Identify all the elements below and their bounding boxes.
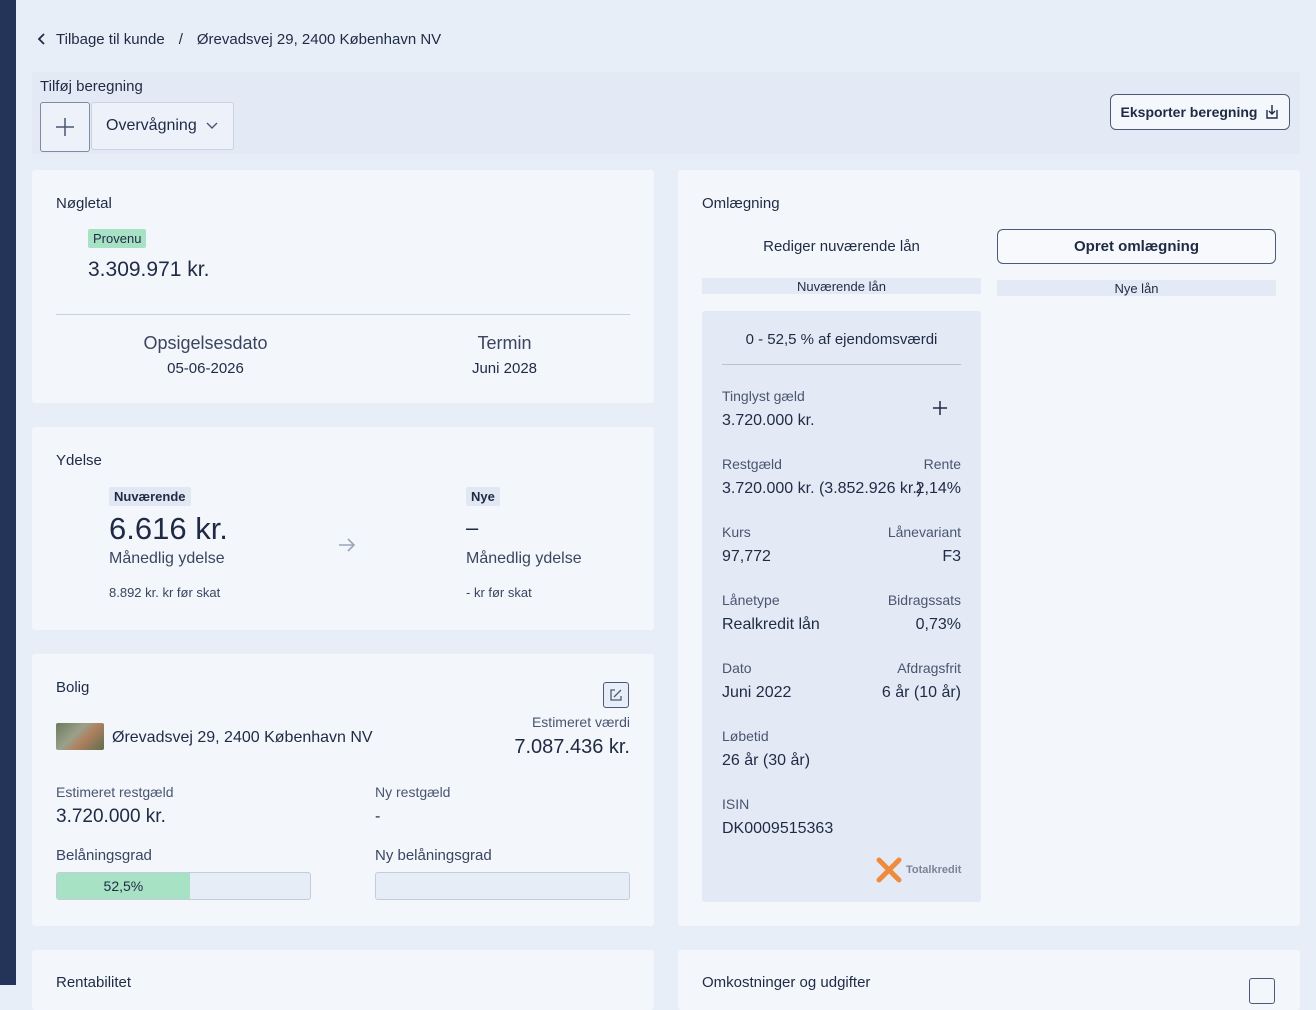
ltv-value: 52,5% <box>103 878 144 894</box>
termination-date-label: Opsigelsesdato <box>143 333 268 353</box>
export-label: Eksporter beregning <box>1120 104 1258 120</box>
property-card: Bolig Ørevadsvej 29, 2400 København NV E… <box>32 654 654 926</box>
termination-date-value: 05-06-2026 <box>167 360 244 377</box>
current-payment-sub: Månedlig ydelse <box>109 550 225 567</box>
current-loan-panel: 0 - 52,5 % af ejendomsværdi Tinglyst gæl… <box>702 311 981 902</box>
rente-value: 2,14% <box>915 480 961 497</box>
current-badge: Nuværende <box>109 487 191 506</box>
edit-property-button[interactable] <box>603 682 629 708</box>
ltv-bar: 52,5% <box>56 872 311 900</box>
edit-icon <box>610 689 622 701</box>
edit-costs-button[interactable] <box>1249 978 1275 1004</box>
key-figures-card: Nøgletal Provenu 3.309.971 kr. Opsigelse… <box>32 170 654 403</box>
proceeds-badge: Provenu <box>88 229 147 248</box>
add-calculation-label: Tilføj beregning <box>40 78 143 95</box>
loan-type-value: Realkredit lån <box>722 616 820 633</box>
payment-title: Ydelse <box>56 452 102 469</box>
term-length-label: Løbetid <box>722 728 769 744</box>
property-thumbnail <box>56 723 104 750</box>
chevron-left-icon <box>37 33 45 45</box>
bidrag-label: Bidragssats <box>887 592 961 608</box>
edit-current-loan-button[interactable]: Rediger nuværende lån <box>702 229 981 263</box>
term-length-value: 26 år (30 år) <box>722 752 811 769</box>
breadcrumb-current: Ørevadsvej 29, 2400 København NV <box>196 30 442 48</box>
back-link[interactable]: Tilbage til kunde <box>36 31 165 48</box>
property-title: Bolig <box>56 679 90 696</box>
profitability-card: Rentabilitet <box>32 950 654 1010</box>
refinancing-title: Omlægning <box>702 195 780 212</box>
new-ltv-bar <box>375 872 630 900</box>
current-loans-tab[interactable]: Nuværende lån <box>702 278 981 294</box>
export-calculation-button[interactable]: Eksporter beregning <box>1110 94 1290 130</box>
variant-label: Lånevariant <box>887 524 961 540</box>
costs-title: Omkostninger og udgifter <box>702 974 871 991</box>
new-loans-tab[interactable]: Nye lån <box>997 280 1276 296</box>
tinglyst-value: 3.720.000 kr. <box>722 412 815 429</box>
current-payment-value: 6.616 kr. <box>109 511 228 546</box>
lender-name: Totalkredit <box>906 864 962 876</box>
current-payment-pretax: 8.892 kr. kr før skat <box>109 585 221 600</box>
kurs-value: 97,772 <box>722 548 771 565</box>
add-calculation-button[interactable] <box>40 102 90 152</box>
date-label: Dato <box>722 660 752 676</box>
back-link-label: Tilbage til kunde <box>56 30 165 48</box>
proceeds-amount: 3.309.971 kr. <box>88 258 210 281</box>
variant-value: F3 <box>942 548 961 565</box>
left-sidebar-strip <box>0 0 16 985</box>
restgaeld-label: Restgæld <box>722 456 782 472</box>
payment-card: Ydelse Nuværende 6.616 kr. Månedlig ydel… <box>32 427 654 630</box>
plus-icon <box>56 118 74 136</box>
new-debt-value: - <box>375 808 381 825</box>
term-value: Juni 2028 <box>471 360 538 377</box>
download-icon <box>1266 105 1279 119</box>
property-address: Ørevadsvej 29, 2400 København NV <box>112 729 373 746</box>
breadcrumb: Tilbage til kunde / Ørevadsvej 29, 2400 … <box>36 28 441 50</box>
isin-value: DK0009515363 <box>722 820 834 837</box>
create-refinancing-button[interactable]: Opret omlægning <box>997 229 1276 264</box>
calculation-type-select[interactable]: Overvågning <box>91 102 234 150</box>
new-ltv-label: Ny belåningsgrad <box>375 847 492 864</box>
new-badge: Nye <box>466 487 500 506</box>
kurs-label: Kurs <box>722 524 751 540</box>
loan-range: 0 - 52,5 % af ejendomsværdi <box>745 331 938 348</box>
profitability-title: Rentabilitet <box>56 974 132 991</box>
new-payment-pretax: - kr før skat <box>466 585 532 600</box>
estimated-value-label: Estimeret værdi <box>531 714 630 730</box>
date-value: Juni 2022 <box>722 684 792 701</box>
divider <box>722 364 961 365</box>
estimated-debt-value: 3.720.000 kr. <box>56 806 166 827</box>
arrow-right-icon <box>339 538 356 552</box>
term-label: Termin <box>477 333 532 353</box>
lender-logo: Totalkredit <box>876 857 961 883</box>
totalkredit-x-icon <box>876 857 902 883</box>
chevron-down-icon <box>206 122 218 129</box>
new-debt-label: Ny restgæld <box>375 784 451 800</box>
divider <box>56 314 630 315</box>
estimated-debt-label: Estimeret restgæld <box>56 784 174 800</box>
calculation-type-value: Overvågning <box>106 117 197 134</box>
estimated-value: 7.087.436 kr. <box>514 736 630 758</box>
loan-type-label: Lånetype <box>722 592 780 608</box>
breadcrumb-separator: / <box>178 30 183 48</box>
tinglyst-label: Tinglyst gæld <box>722 388 805 404</box>
interest-only-label: Afdragsfrit <box>897 660 961 676</box>
new-payment-value: – <box>466 515 479 540</box>
costs-card: Omkostninger og udgifter <box>678 950 1300 1010</box>
bidrag-value: 0,73% <box>915 616 961 633</box>
interest-only-value: 6 år (10 år) <box>881 684 961 701</box>
new-payment-sub: Månedlig ydelse <box>466 550 582 567</box>
rente-label: Rente <box>923 456 961 472</box>
ltv-label: Belåningsgrad <box>56 847 152 864</box>
key-figures-title: Nøgletal <box>56 195 112 212</box>
plus-icon[interactable] <box>932 400 948 416</box>
isin-label: ISIN <box>722 796 750 812</box>
